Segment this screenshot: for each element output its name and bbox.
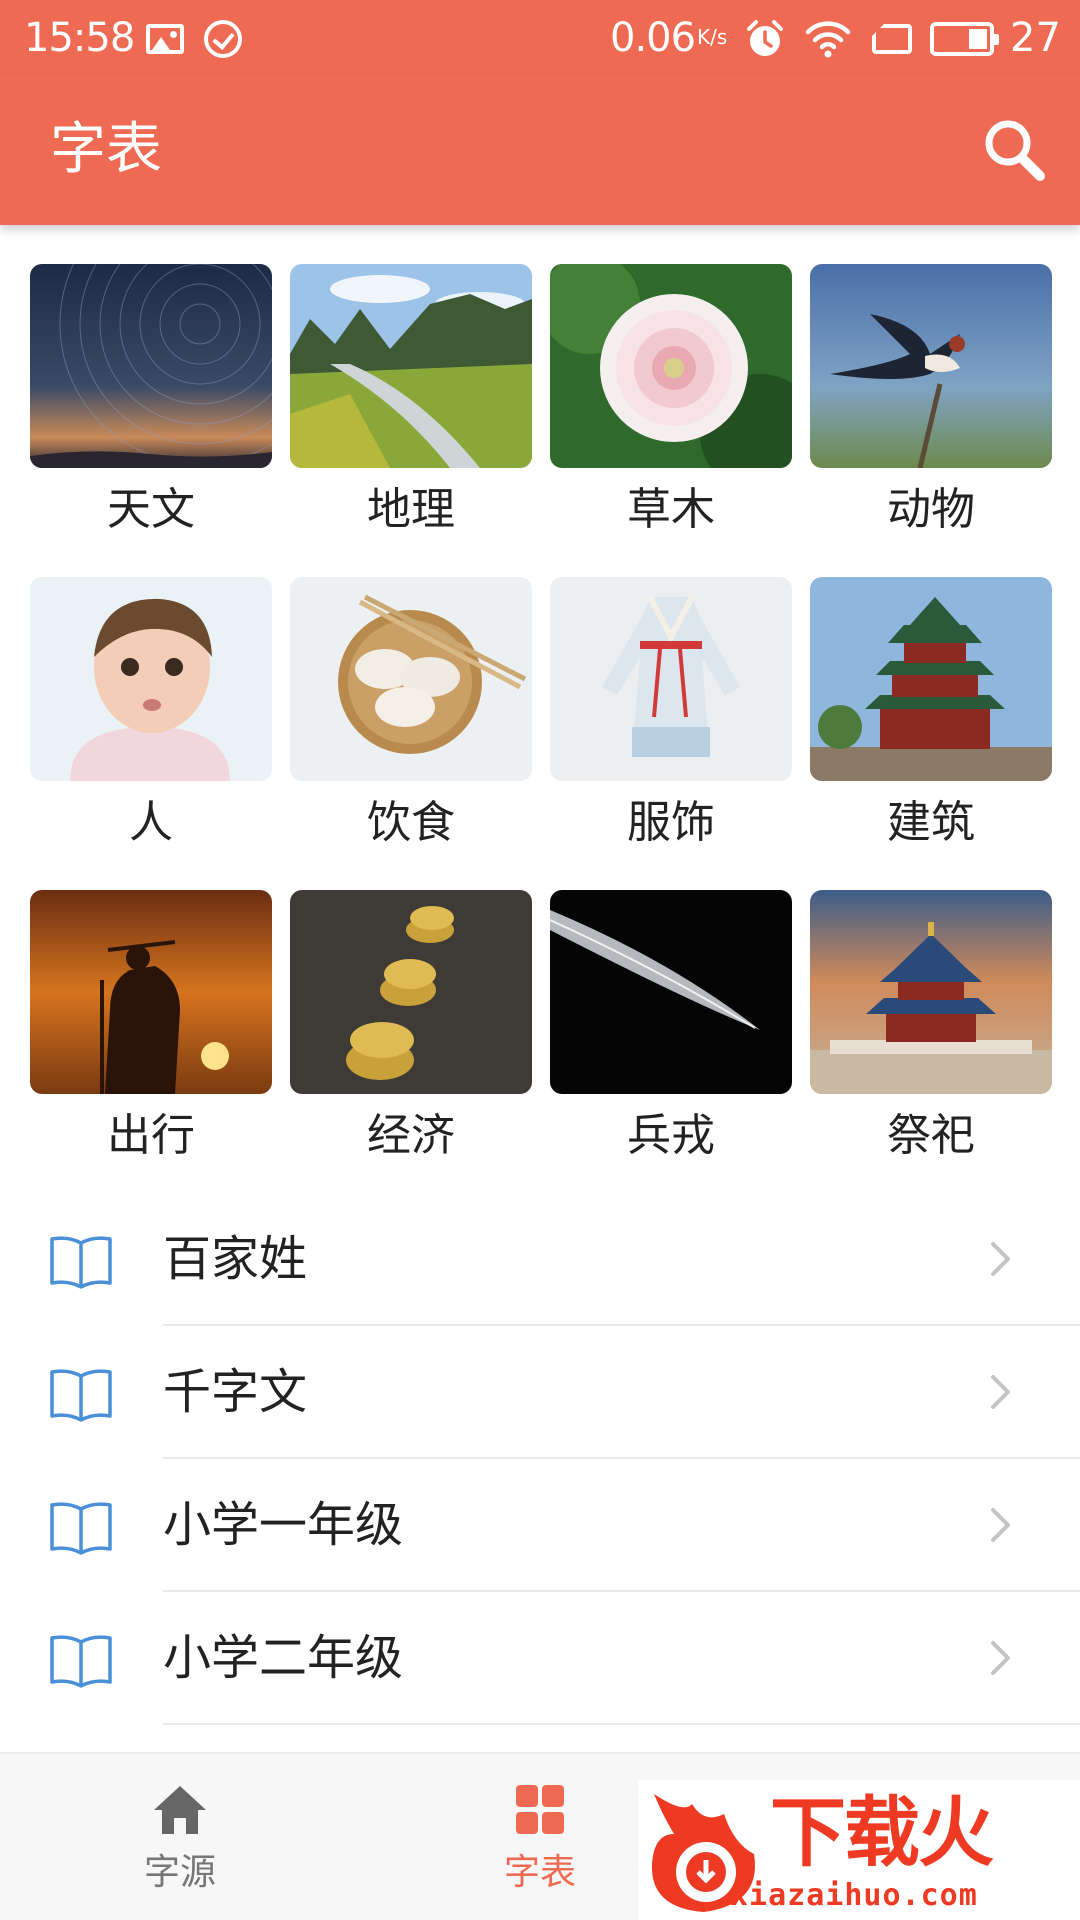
category-ren[interactable]: 人 <box>30 577 272 848</box>
category-dongwu[interactable]: 动物 <box>810 264 1052 535</box>
category-image-dumplings <box>290 577 532 781</box>
tab-label: 字源 <box>143 1852 216 1893</box>
category-image-temple <box>810 890 1052 1094</box>
category-image-child <box>30 577 272 781</box>
category-jianzhu[interactable]: 建筑 <box>810 577 1052 848</box>
page-title: 字表 <box>50 117 162 182</box>
category-label: 饮食 <box>367 797 455 848</box>
book-icon <box>50 1502 112 1555</box>
book-icon <box>50 1635 112 1688</box>
category-label: 地理 <box>367 484 455 535</box>
chevron-right-icon <box>991 1242 1010 1276</box>
image-icon <box>146 24 184 54</box>
list-item-label: 百家姓 <box>163 1231 308 1287</box>
category-image-flower <box>550 264 792 468</box>
search-icon <box>985 120 1045 181</box>
net-speed: 0.06 <box>610 15 696 61</box>
net-speed-unit: K/s <box>697 25 728 49</box>
category-chuxing[interactable]: 出行 <box>30 890 272 1161</box>
app-bar: 字表 <box>0 75 1080 225</box>
category-image-robe <box>550 577 792 781</box>
wifi-icon <box>805 21 851 58</box>
home-icon <box>154 1786 206 1834</box>
category-image-swallow <box>810 264 1052 468</box>
category-image-landscape <box>290 264 532 468</box>
tab-label: 字表 <box>503 1852 576 1893</box>
chevron-right-icon <box>991 1508 1010 1542</box>
category-image-coins <box>290 890 532 1094</box>
category-image-stars <box>30 264 272 468</box>
list-item-grade-2[interactable]: 小学二年级 <box>0 1592 1080 1725</box>
status-time: 15:58 <box>24 15 135 61</box>
list-item-baijiaxing[interactable]: 百家姓 <box>0 1193 1080 1326</box>
category-label: 祭祀 <box>887 1110 975 1161</box>
category-label: 天文 <box>107 484 195 535</box>
chevron-right-icon <box>991 1375 1010 1409</box>
tab-zibiao[interactable]: 字表 <box>430 1754 650 1920</box>
category-label: 出行 <box>107 1110 195 1161</box>
category-bingrong[interactable]: 兵戎 <box>550 890 792 1161</box>
watermark-brand: 下载火 <box>770 1788 994 1877</box>
category-label: 兵戎 <box>627 1110 715 1161</box>
list-item-label: 千字文 <box>163 1364 308 1420</box>
category-dili[interactable]: 地理 <box>290 264 532 535</box>
category-image-traveler <box>30 890 272 1094</box>
category-tianwen[interactable]: 天文 <box>30 264 272 535</box>
category-jingji[interactable]: 经济 <box>290 890 532 1161</box>
category-caomu[interactable]: 草木 <box>550 264 792 535</box>
category-label: 动物 <box>887 484 975 535</box>
category-image-blade <box>550 890 792 1094</box>
book-icon <box>50 1236 112 1289</box>
list-item-grade-1[interactable]: 小学一年级 <box>0 1459 1080 1592</box>
category-label: 草木 <box>627 484 715 535</box>
alarm-icon <box>747 20 783 56</box>
list-item-label: 小学二年级 <box>163 1630 404 1686</box>
category-label: 人 <box>129 797 173 848</box>
battery-icon <box>930 22 999 56</box>
grid-icon <box>516 1785 564 1834</box>
category-fushi[interactable]: 服饰 <box>550 577 792 848</box>
check-circle-icon <box>204 20 242 58</box>
sim-icon <box>872 24 912 54</box>
list-item-qianziwen[interactable]: 千字文 <box>0 1326 1080 1459</box>
chevron-right-icon <box>991 1641 1010 1675</box>
book-icon <box>50 1369 112 1422</box>
watermark-domain: xiazaihuo.com <box>730 1878 978 1913</box>
search-button[interactable] <box>968 113 1058 193</box>
divider <box>163 1723 1080 1725</box>
category-label: 服饰 <box>627 797 715 848</box>
category-image-tower <box>810 577 1052 781</box>
watermark: 下载火 xiazaihuo.com <box>638 1780 1080 1920</box>
battery-level: 27 <box>1010 15 1061 61</box>
status-bar: 15:58 0.06 K/s 27 <box>0 0 1080 75</box>
category-label: 经济 <box>367 1110 455 1161</box>
list-item-label: 小学一年级 <box>163 1497 404 1553</box>
category-jisi[interactable]: 祭祀 <box>810 890 1052 1161</box>
category-label: 建筑 <box>887 797 975 848</box>
category-yinshi[interactable]: 饮食 <box>290 577 532 848</box>
tab-ziyuan[interactable]: 字源 <box>70 1754 290 1920</box>
